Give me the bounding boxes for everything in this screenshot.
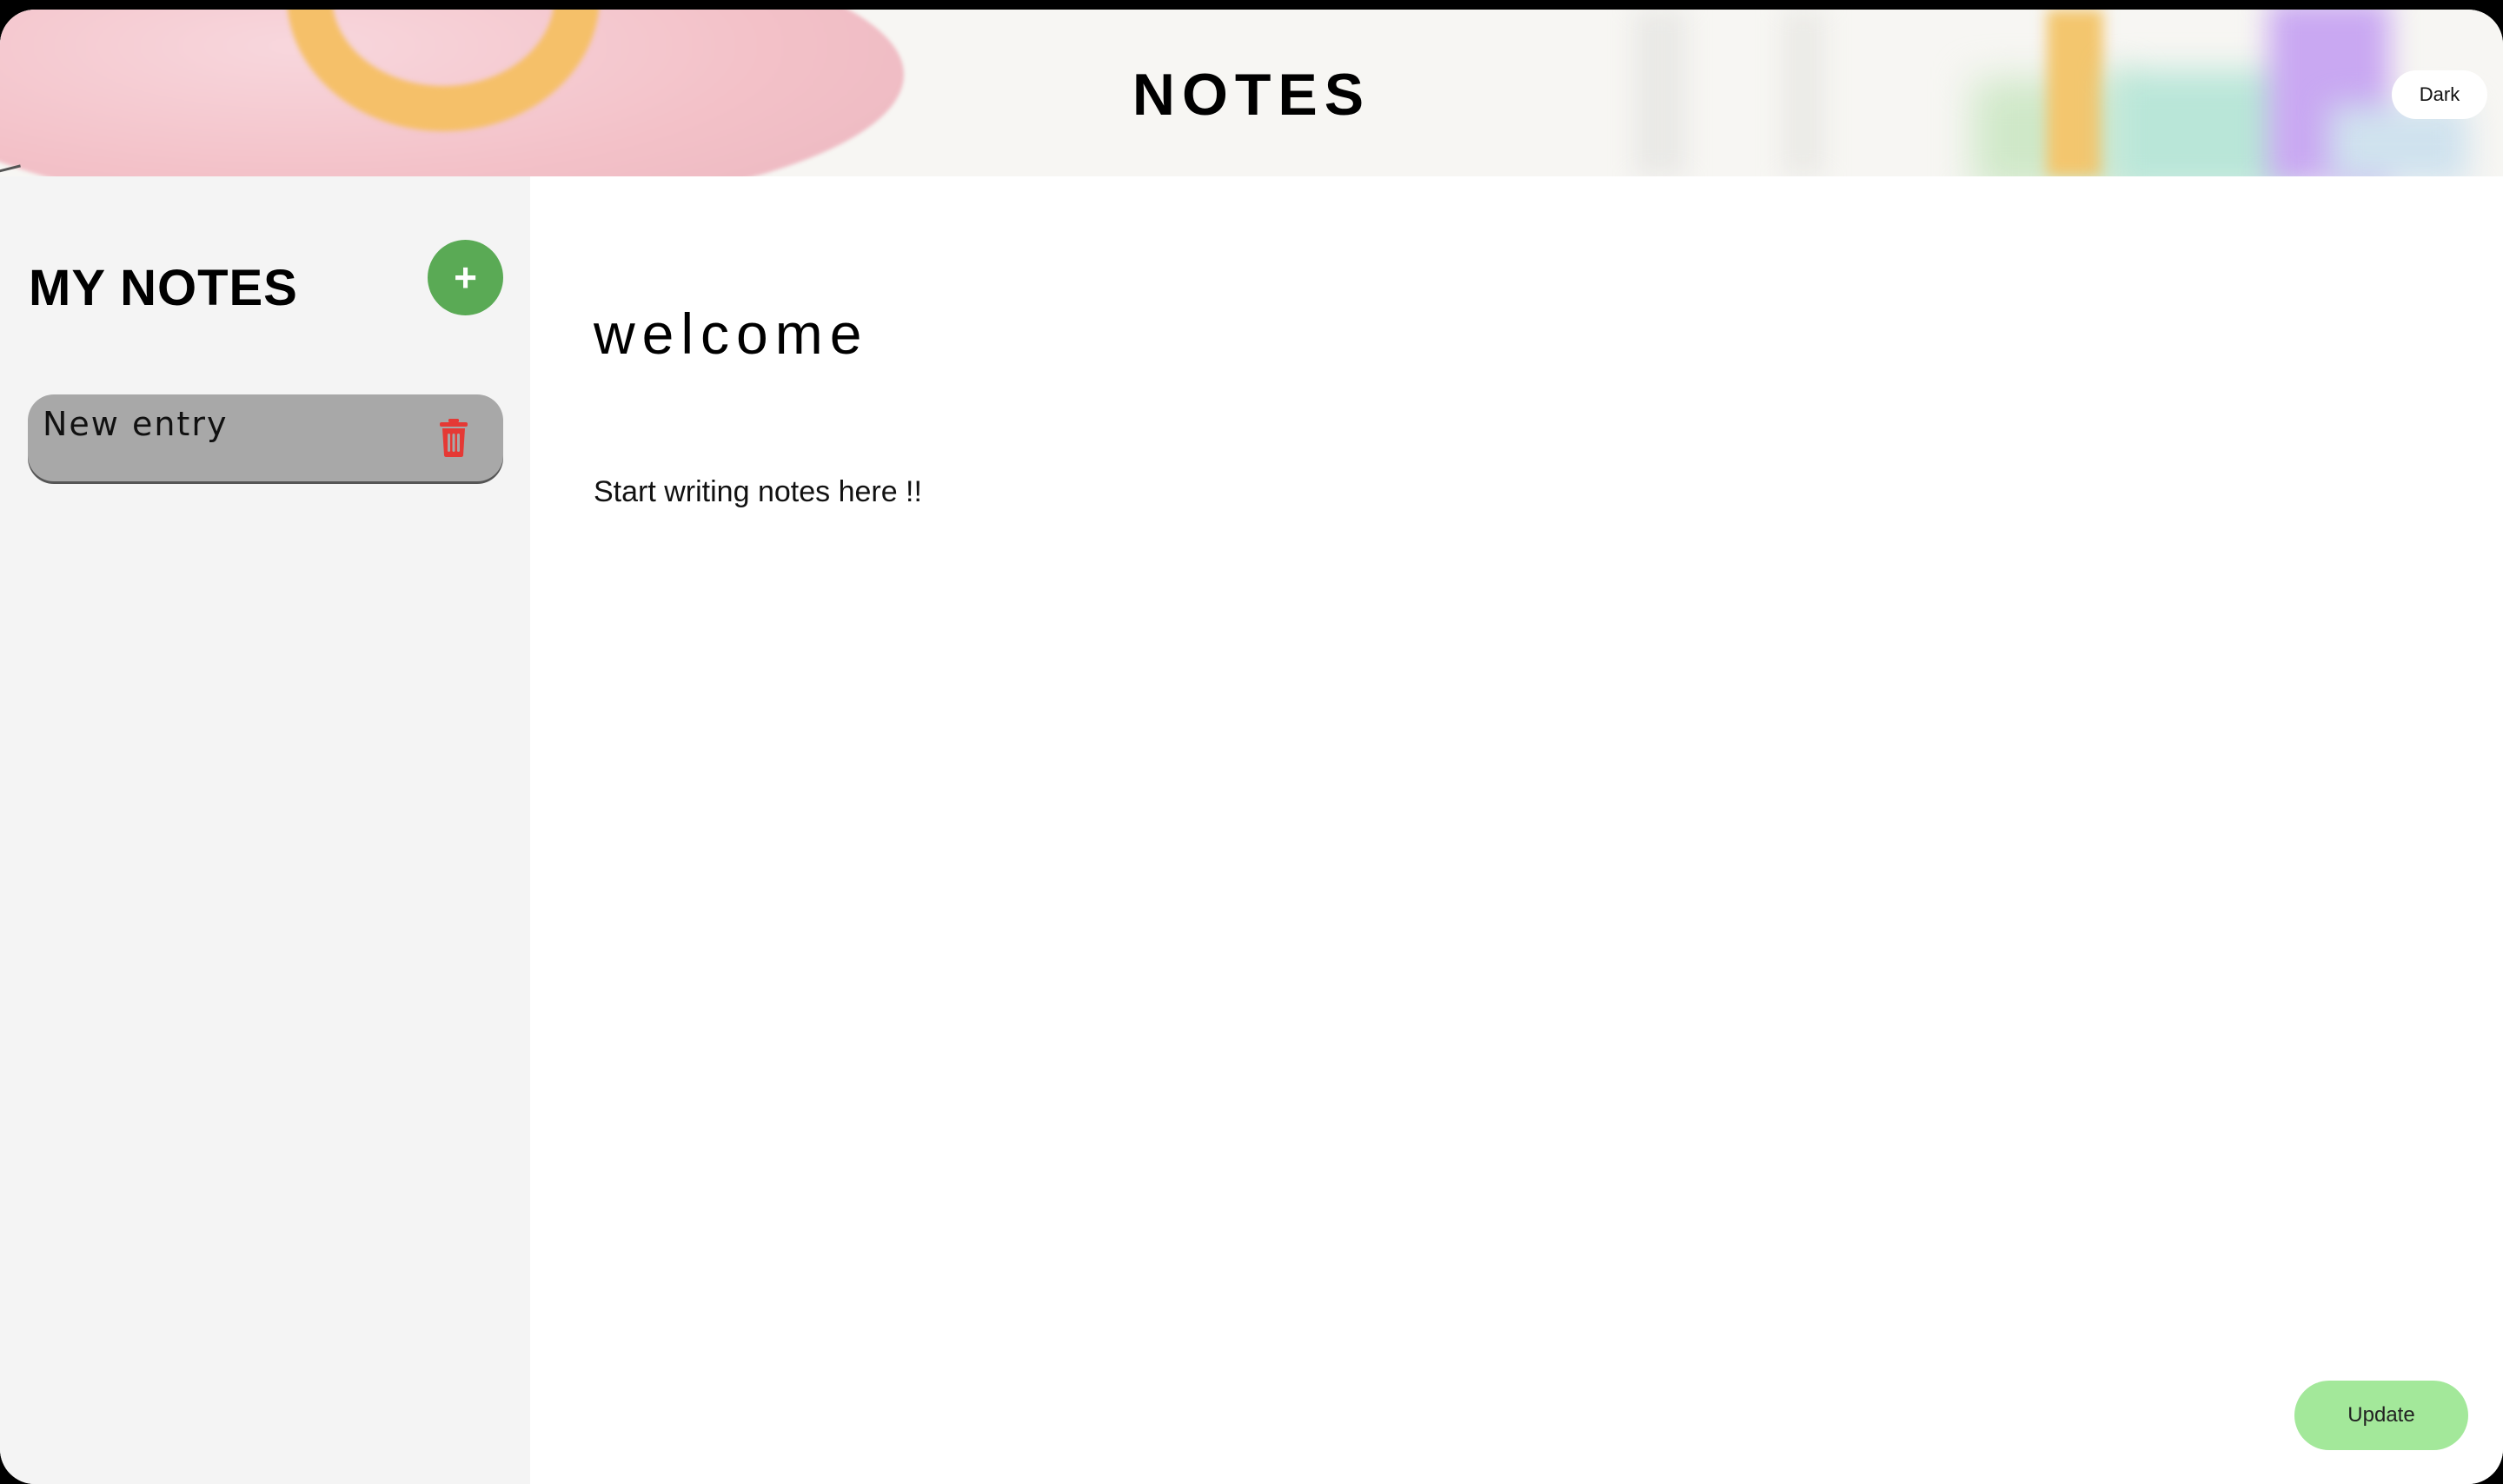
dark-mode-toggle-button[interactable]: Dark xyxy=(2392,70,2487,119)
app-window: NOTES Dark MY NOTES + New entry welcome … xyxy=(0,10,2503,1484)
update-button[interactable]: Update xyxy=(2294,1381,2468,1450)
note-editor: welcome Start writing notes here !! Upda… xyxy=(530,176,2503,1484)
note-list-item[interactable]: New entry xyxy=(28,394,503,481)
plus-icon: + xyxy=(454,254,477,300)
app-title: NOTES xyxy=(1132,62,1371,128)
sidebar-title: MY NOTES xyxy=(29,260,298,316)
note-title-field[interactable]: welcome xyxy=(594,301,868,367)
note-body-field[interactable]: Start writing notes here !! xyxy=(594,475,922,509)
trash-icon[interactable] xyxy=(438,419,469,457)
note-list-item-label: New entry xyxy=(43,405,229,443)
sidebar: MY NOTES + New entry xyxy=(0,176,530,1484)
header: NOTES Dark xyxy=(0,10,2503,176)
add-note-button[interactable]: + xyxy=(428,240,503,315)
